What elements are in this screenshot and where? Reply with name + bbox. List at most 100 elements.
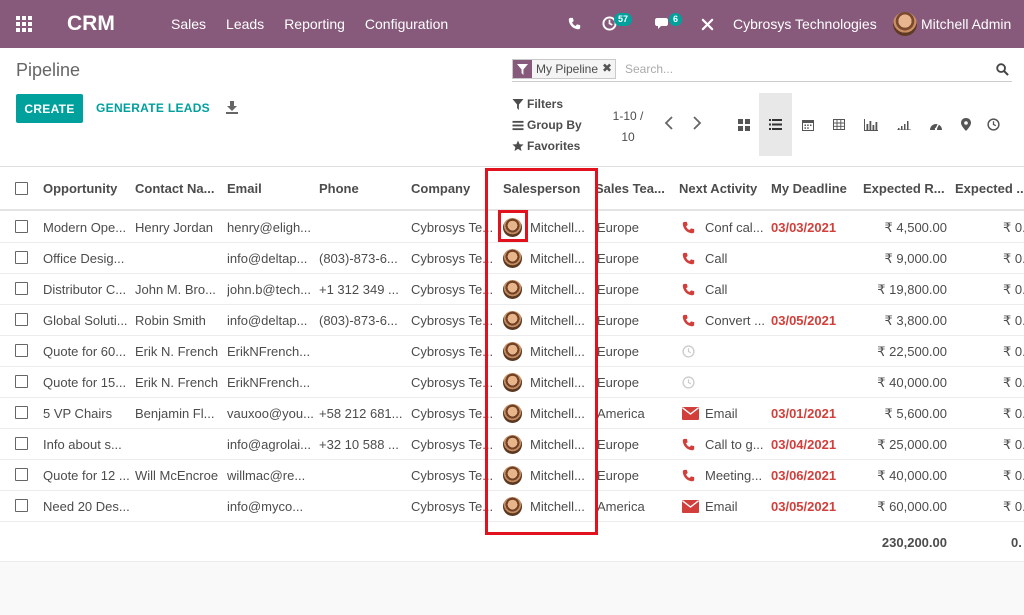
row-checkbox[interactable] xyxy=(15,282,28,295)
expected-cell: ₹ 0. xyxy=(1003,282,1024,297)
expected-revenue-cell: ₹ 40,000.00 xyxy=(877,468,947,483)
deadline-cell: 03/04/2021 xyxy=(771,437,837,452)
next-activity-cell: Convert ... xyxy=(705,313,765,328)
contact-cell: Henry Jordan xyxy=(135,220,214,235)
opportunity-cell: Need 20 Des... xyxy=(43,499,130,514)
email-cell: henry@eligh... xyxy=(227,220,312,235)
email-cell: john.b@tech... xyxy=(227,282,312,297)
envelope-icon[interactable] xyxy=(682,500,699,518)
pager-range[interactable]: 1-10 / xyxy=(608,106,648,127)
graph-view-button[interactable] xyxy=(854,93,887,156)
row-checkbox[interactable] xyxy=(15,344,28,357)
pager-next-icon[interactable] xyxy=(692,116,702,130)
email-cell: ErikNFrench... xyxy=(227,344,311,359)
filters-label: Filters xyxy=(527,97,564,111)
phone-icon[interactable] xyxy=(682,314,695,332)
star-icon xyxy=(512,140,524,151)
create-button[interactable]: CREATE xyxy=(16,94,83,123)
phone-cell: (803)-873-6... xyxy=(319,251,398,266)
facet-label: My Pipeline xyxy=(536,62,599,76)
page-title[interactable]: Pipeline xyxy=(16,60,80,81)
envelope-icon[interactable] xyxy=(682,407,699,425)
dashboard-view-button[interactable] xyxy=(919,93,952,156)
pivot-view-button[interactable] xyxy=(822,93,855,156)
messages-count-badge: 6 xyxy=(669,13,683,26)
user-menu[interactable]: Mitchell Admin xyxy=(921,16,1011,32)
col-sales-team[interactable]: Sales Tea... xyxy=(595,181,669,196)
activity-view-button[interactable] xyxy=(977,93,1010,156)
tools-icon[interactable] xyxy=(701,18,714,31)
groupby-dropdown[interactable]: Group By xyxy=(512,118,582,132)
kanban-view-button[interactable] xyxy=(727,93,760,156)
expected-cell: ₹ 0. xyxy=(1003,313,1024,328)
download-icon[interactable] xyxy=(225,100,239,114)
row-checkbox[interactable] xyxy=(15,406,28,419)
col-phone[interactable]: Phone xyxy=(319,181,405,196)
app-brand[interactable]: CRM xyxy=(67,12,115,36)
clock-icon[interactable] xyxy=(682,345,695,363)
row-checkbox[interactable] xyxy=(15,313,28,326)
col-contact[interactable]: Contact Na... xyxy=(135,181,221,196)
phone-icon[interactable] xyxy=(568,17,581,30)
expected-revenue-cell: ₹ 19,800.00 xyxy=(877,282,947,297)
phone-icon[interactable] xyxy=(682,438,695,456)
col-email[interactable]: Email xyxy=(227,181,313,196)
expected-revenue-cell: ₹ 60,000.00 xyxy=(877,499,947,514)
next-activity-cell: Email xyxy=(705,499,738,514)
list-view-button[interactable] xyxy=(759,93,792,156)
apps-menu-icon[interactable] xyxy=(16,16,34,32)
menu-leads[interactable]: Leads xyxy=(226,16,264,32)
user-avatar[interactable] xyxy=(893,12,917,36)
phone-icon[interactable] xyxy=(682,283,695,301)
row-checkbox[interactable] xyxy=(15,437,28,450)
deadline-cell: 03/05/2021 xyxy=(771,499,837,514)
filters-dropdown[interactable]: Filters xyxy=(512,97,563,111)
facet-remove-icon[interactable]: ✖ xyxy=(602,60,615,78)
phone-icon[interactable] xyxy=(682,221,695,239)
dashboard-icon xyxy=(929,122,942,130)
next-activity-cell: Call xyxy=(705,251,728,266)
calendar-view-button[interactable] xyxy=(791,93,824,156)
menu-reporting[interactable]: Reporting xyxy=(284,16,345,32)
contact-cell: John M. Bro... xyxy=(135,282,216,297)
phone-cell: +1 312 349 ... xyxy=(319,282,399,297)
menu-sales[interactable]: Sales xyxy=(171,16,206,32)
opportunity-cell: Office Desig... xyxy=(43,251,125,266)
phone-icon[interactable] xyxy=(682,252,695,270)
opportunity-cell: Modern Ope... xyxy=(43,220,127,235)
pager-value[interactable]: 1-10 / 10 xyxy=(608,106,648,148)
row-checkbox[interactable] xyxy=(15,251,28,264)
clock-icon[interactable] xyxy=(682,376,695,394)
pager-previous-icon[interactable] xyxy=(664,116,674,130)
email-cell: info@deltap... xyxy=(227,313,308,328)
search-icon[interactable] xyxy=(996,63,1009,76)
search-input[interactable]: Search... xyxy=(625,62,673,76)
pager-total: 10 xyxy=(621,130,635,144)
next-activity-cell: Conf cal... xyxy=(705,220,764,235)
generate-leads-button[interactable]: GENERATE LEADS xyxy=(96,101,210,115)
opportunity-cell: Global Soluti... xyxy=(43,313,128,328)
contact-cell: Robin Smith xyxy=(135,313,206,328)
phone-icon[interactable] xyxy=(682,469,695,487)
row-checkbox[interactable] xyxy=(15,220,28,233)
contact-cell: Erik N. French xyxy=(135,344,219,359)
menu-configuration[interactable]: Configuration xyxy=(365,16,448,32)
col-my-deadline[interactable]: My Deadline xyxy=(771,181,857,196)
activity-count-badge: 57 xyxy=(614,13,633,26)
row-checkbox[interactable] xyxy=(15,499,28,512)
email-cell: info@deltap... xyxy=(227,251,308,266)
row-checkbox[interactable] xyxy=(15,468,28,481)
company-switcher[interactable]: Cybrosys Technologies xyxy=(733,16,877,32)
cohort-view-button[interactable] xyxy=(887,93,920,156)
clock-icon xyxy=(987,118,1000,131)
expected-cell: ₹ 0. xyxy=(1003,406,1024,421)
row-checkbox[interactable] xyxy=(15,375,28,388)
sales-team-cell: Europe xyxy=(597,282,639,297)
col-opportunity[interactable]: Opportunity xyxy=(43,181,131,196)
col-expected[interactable]: Expected ... xyxy=(955,181,1024,196)
deadline-cell: 03/03/2021 xyxy=(771,220,837,235)
favorites-dropdown[interactable]: Favorites xyxy=(512,139,580,153)
col-expected-revenue[interactable]: Expected R... xyxy=(863,181,949,196)
select-all-checkbox[interactable] xyxy=(15,182,28,195)
col-next-activity[interactable]: Next Activity xyxy=(679,181,767,196)
